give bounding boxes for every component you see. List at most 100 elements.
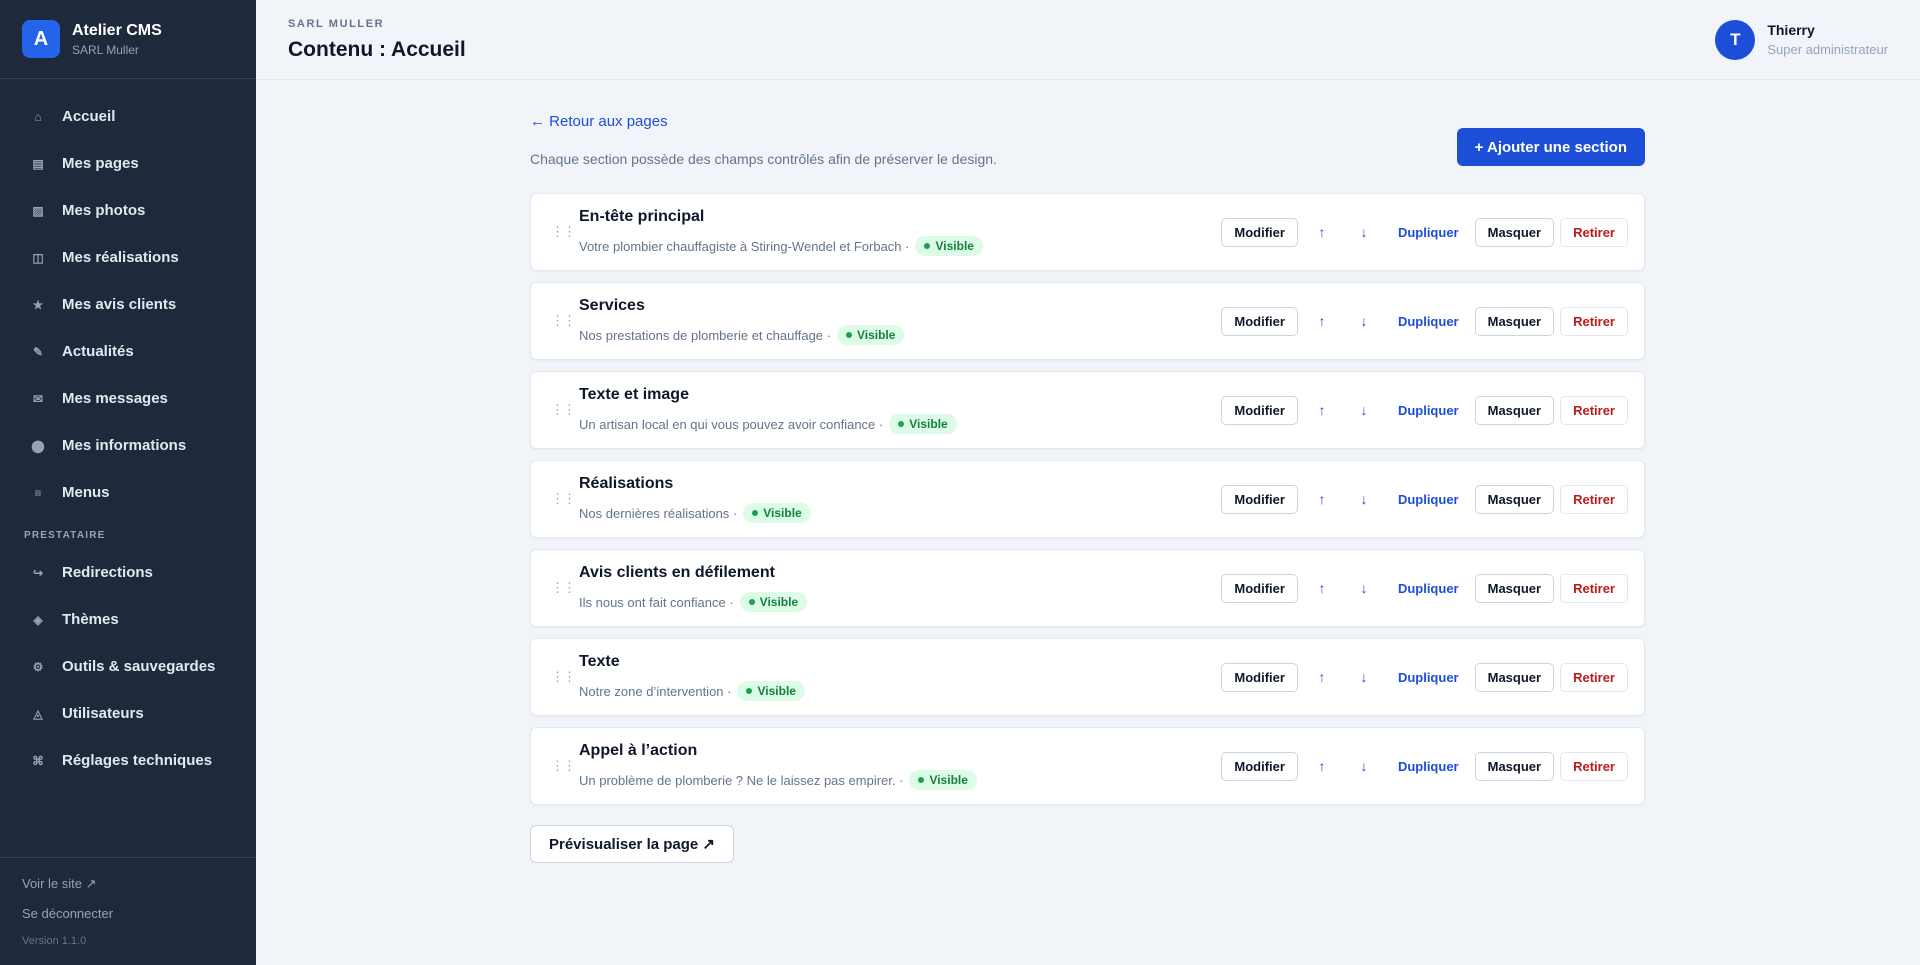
- move-down-icon[interactable]: ↓: [1346, 307, 1382, 336]
- section-card: ⋮⋮ Texte Notre zone d’intervention · Visibl…: [530, 638, 1645, 716]
- sidebar-item-menus[interactable]: ≡ Menus: [0, 469, 256, 516]
- drag-handle-icon[interactable]: ⋮⋮: [551, 403, 576, 416]
- hide-button[interactable]: Masquer: [1474, 751, 1555, 781]
- sidebar-item-label: Menus: [62, 484, 110, 501]
- sidebar-item-thèmes[interactable]: ◈ Thèmes: [0, 596, 256, 643]
- move-down-icon[interactable]: ↓: [1346, 485, 1382, 514]
- duplicate-button[interactable]: Dupliquer: [1388, 752, 1469, 781]
- duplicate-button[interactable]: Dupliquer: [1388, 663, 1469, 692]
- page-description: Chaque section possède des champs contrô…: [530, 151, 997, 167]
- remove-button[interactable]: Retirer: [1560, 217, 1628, 247]
- section-subtitle: Nos dernières réalisations ·: [579, 505, 738, 521]
- add-section-button[interactable]: + Ajouter une section: [1456, 128, 1645, 166]
- move-up-icon[interactable]: ↑: [1304, 574, 1340, 603]
- move-up-icon[interactable]: ↑: [1304, 396, 1340, 425]
- edit-button[interactable]: Modifier: [1221, 751, 1298, 781]
- status-dot-icon: [748, 599, 755, 605]
- hide-button[interactable]: Masquer: [1474, 217, 1555, 247]
- move-up-icon[interactable]: ↑: [1304, 752, 1340, 781]
- duplicate-button[interactable]: Dupliquer: [1388, 218, 1469, 247]
- status-dot-icon: [918, 777, 925, 783]
- move-down-icon[interactable]: ↓: [1346, 752, 1382, 781]
- edit-button[interactable]: Modifier: [1221, 217, 1298, 247]
- edit-button[interactable]: Modifier: [1221, 306, 1298, 336]
- brand[interactable]: A Atelier CMS SARL Muller: [0, 0, 256, 79]
- remove-button[interactable]: Retirer: [1560, 751, 1628, 781]
- section-subtitle-row: Nos prestations de plomberie et chauffag…: [579, 325, 1221, 345]
- duplicate-button[interactable]: Dupliquer: [1388, 574, 1469, 603]
- edit-button[interactable]: Modifier: [1221, 484, 1298, 514]
- remove-button[interactable]: Retirer: [1560, 662, 1628, 692]
- pencil-icon: ✎: [32, 344, 44, 359]
- preview-page-button[interactable]: Prévisualiser la page ↗: [530, 825, 734, 863]
- move-up-icon[interactable]: ↑: [1304, 218, 1340, 247]
- version-label: Version 1.1.0: [22, 935, 87, 947]
- section-card: ⋮⋮ Texte et image Un artisan local en qui …: [530, 371, 1645, 449]
- move-down-icon[interactable]: ↓: [1346, 396, 1382, 425]
- duplicate-button[interactable]: Dupliquer: [1388, 396, 1469, 425]
- sidebar-item-accueil[interactable]: ⌂ Accueil: [0, 93, 256, 140]
- duplicate-button[interactable]: Dupliquer: [1388, 485, 1469, 514]
- sidebar-item-réglages-techniques[interactable]: ⌘ Réglages techniques: [0, 737, 256, 784]
- hide-button[interactable]: Masquer: [1474, 395, 1555, 425]
- move-up-icon[interactable]: ↑: [1304, 307, 1340, 336]
- move-down-icon[interactable]: ↓: [1346, 218, 1382, 247]
- sidebar-item-mes-réalisations[interactable]: ◫ Mes réalisations: [0, 234, 256, 281]
- section-subtitle: Notre zone d’intervention ·: [579, 683, 732, 699]
- section-list: ⋮⋮ En-tête principal Votre plombier chauff…: [530, 193, 1645, 805]
- duplicate-button[interactable]: Dupliquer: [1388, 307, 1469, 336]
- sidebar-item-utilisateurs[interactable]: ◬ Utilisateurs: [0, 690, 256, 737]
- section-subtitle: Votre plombier chauffagiste à Stiring-We…: [579, 238, 910, 254]
- user-menu[interactable]: T Thierry Super administrateur: [1715, 19, 1888, 60]
- edit-button[interactable]: Modifier: [1221, 395, 1298, 425]
- edit-button[interactable]: Modifier: [1221, 573, 1298, 603]
- remove-button[interactable]: Retirer: [1560, 306, 1628, 336]
- remove-button[interactable]: Retirer: [1560, 573, 1628, 603]
- drag-handle-icon[interactable]: ⋮⋮: [551, 670, 576, 683]
- drag-handle-icon[interactable]: ⋮⋮: [551, 492, 576, 505]
- status-badge: Visible: [743, 503, 811, 523]
- section-subtitle-row: Ils nous ont fait confiance · Visible: [579, 592, 1221, 612]
- section-title: Services: [579, 297, 645, 314]
- back-to-pages-link[interactable]: ← Retour aux pages: [530, 113, 668, 130]
- move-up-icon[interactable]: ↑: [1304, 485, 1340, 514]
- section-card: ⋮⋮ Avis clients en défilement Ils nous ont…: [530, 549, 1645, 627]
- drag-handle-icon[interactable]: ⋮⋮: [551, 225, 576, 238]
- sidebar-item-mes-photos[interactable]: ▨ Mes photos: [0, 187, 256, 234]
- remove-button[interactable]: Retirer: [1560, 395, 1628, 425]
- status-label: Visible: [856, 328, 896, 342]
- user-role: Super administrateur: [1767, 42, 1888, 57]
- sidebar-item-label: Mes avis clients: [62, 296, 177, 313]
- hide-button[interactable]: Masquer: [1474, 573, 1555, 603]
- move-down-icon[interactable]: ↓: [1346, 574, 1382, 603]
- section-actions: Modifier ↑ ↓ Dupliquer Masquer Retirer: [1221, 217, 1628, 247]
- status-label: Visible: [763, 506, 802, 520]
- sidebar-item-mes-avis-clients[interactable]: ★ Mes avis clients: [0, 281, 256, 328]
- sidebar-item-mes-pages[interactable]: ▤ Mes pages: [0, 140, 256, 187]
- section-subtitle-row: Un problème de plomberie ? Ne le laissez…: [579, 770, 1221, 790]
- sidebar-item-actualités[interactable]: ✎ Actualités: [0, 328, 256, 375]
- section-title: En-tête principal: [579, 208, 705, 225]
- edit-button[interactable]: Modifier: [1221, 662, 1298, 692]
- section-title: Texte et image: [579, 386, 689, 403]
- view-site-link[interactable]: Voir le site ↗: [22, 876, 234, 892]
- sidebar-item-mes-informations[interactable]: ⬤ Mes informations: [0, 422, 256, 469]
- drag-handle-icon[interactable]: ⋮⋮: [551, 759, 576, 772]
- sidebar-item-label: Utilisateurs: [62, 705, 144, 722]
- hide-button[interactable]: Masquer: [1474, 484, 1555, 514]
- section-actions: Modifier ↑ ↓ Dupliquer Masquer Retirer: [1221, 484, 1628, 514]
- hide-button[interactable]: Masquer: [1474, 306, 1555, 336]
- drag-handle-icon[interactable]: ⋮⋮: [551, 314, 576, 327]
- move-up-icon[interactable]: ↑: [1304, 663, 1340, 692]
- sidebar-item-mes-messages[interactable]: ✉ Mes messages: [0, 375, 256, 422]
- sidebar-item-label: Accueil: [62, 108, 116, 125]
- sidebar-item-redirections[interactable]: ↪ Redirections: [0, 549, 256, 596]
- move-down-icon[interactable]: ↓: [1346, 663, 1382, 692]
- logout-link[interactable]: Se déconnecter: [22, 906, 234, 921]
- section-info: Réalisations Nos dernières réalisations ·…: [579, 475, 1221, 523]
- section-subtitle: Ils nous ont fait confiance ·: [579, 594, 734, 610]
- sidebar-item-outils-sauvegardes[interactable]: ⚙ Outils & sauvegardes: [0, 643, 256, 690]
- remove-button[interactable]: Retirer: [1560, 484, 1628, 514]
- drag-handle-icon[interactable]: ⋮⋮: [551, 581, 576, 594]
- hide-button[interactable]: Masquer: [1474, 662, 1555, 692]
